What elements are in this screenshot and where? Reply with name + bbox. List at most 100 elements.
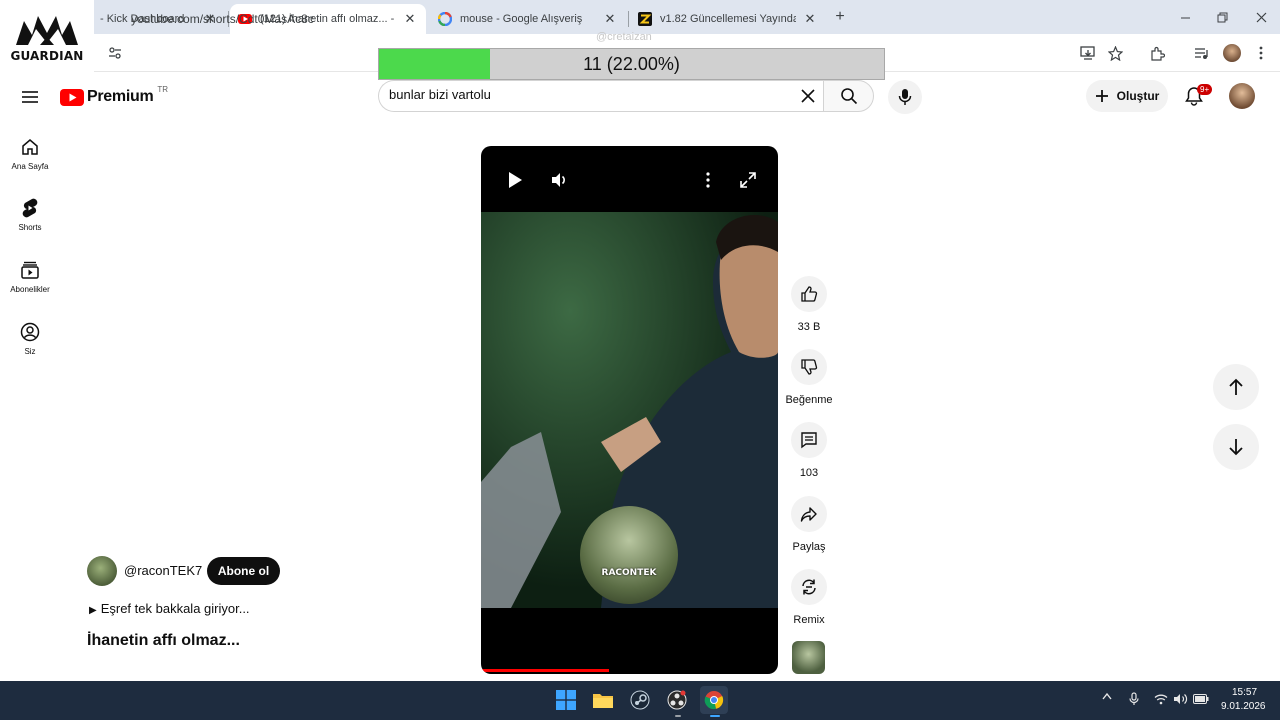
tab-divider [628, 11, 629, 27]
share-action[interactable]: Paylaş [784, 496, 834, 553]
notification-badge: 9+ [1197, 84, 1213, 95]
channel-handle[interactable]: @raconTEK7 [124, 563, 202, 578]
arrow-up-icon [1229, 378, 1243, 395]
active-indicator [710, 715, 720, 717]
video-progress-bar[interactable] [481, 669, 609, 672]
sidebar-item-label: Shorts [18, 223, 42, 232]
previous-short-button[interactable] [1213, 364, 1259, 410]
windows-start-icon [556, 690, 576, 710]
more-vertical-icon [706, 172, 710, 188]
tab-update-release[interactable]: v1.82 Güncellemesi Yayındal ✕ [630, 4, 826, 34]
restore-window-icon[interactable] [1207, 4, 1237, 30]
profile-avatar[interactable] [1223, 44, 1241, 62]
dislike-action[interactable]: Beğenme [784, 349, 834, 406]
comment-action[interactable]: 103 [784, 422, 834, 479]
tab-title: mouse - Google Alışveriş [460, 13, 583, 25]
comment-icon [801, 432, 817, 449]
comments-button[interactable] [791, 422, 827, 458]
description-text: Eşref tek bakkala giriyor... [100, 601, 250, 616]
youtube-premium-logo[interactable]: Premium TR [60, 84, 169, 106]
like-count: 33 B [797, 321, 821, 333]
clock-time[interactable]: 15:57 [1232, 687, 1257, 698]
account-avatar[interactable] [1229, 83, 1255, 109]
thumbs-up-icon [801, 286, 818, 302]
close-tab-icon[interactable]: ✕ [402, 11, 418, 27]
start-button[interactable] [552, 686, 580, 714]
shorts-video-player[interactable]: RACONTEK [481, 146, 778, 674]
extensions-icon[interactable] [1148, 44, 1166, 62]
sidebar-item-home[interactable]: Ana Sayfa [0, 137, 60, 171]
install-app-icon[interactable] [1079, 44, 1097, 62]
progress-overlay: 11 (22.00%) [378, 48, 885, 80]
remix-button[interactable] [791, 569, 827, 605]
search-button[interactable] [823, 80, 874, 112]
region-code: TR [157, 84, 169, 94]
like-action[interactable]: 33 B [784, 276, 834, 333]
streamer-watermark: @cretaizan [596, 31, 652, 43]
badge-text: RACONTEK [601, 568, 657, 578]
search-input[interactable]: bunlar bizi vartolu [389, 87, 491, 102]
wifi-icon[interactable] [1154, 693, 1168, 705]
subscribe-button[interactable]: Abone ol [207, 557, 280, 585]
taskbar-file-explorer[interactable] [589, 686, 617, 714]
taskbar-obs[interactable] [663, 686, 691, 714]
dislike-button[interactable] [791, 349, 827, 385]
voice-search-button[interactable] [888, 80, 922, 114]
next-short-button[interactable] [1213, 424, 1259, 470]
taskbar-steam[interactable] [626, 686, 654, 714]
hamburger-menu-icon[interactable] [21, 90, 39, 104]
browser-menu-icon[interactable] [1252, 44, 1270, 62]
sidebar-item-label: Siz [24, 347, 36, 356]
sidebar-item-shorts[interactable]: Shorts [0, 198, 60, 232]
close-window-icon[interactable] [1246, 4, 1276, 30]
create-button[interactable]: Oluştur [1086, 80, 1168, 112]
folder-icon [593, 694, 613, 708]
channel-avatar[interactable] [87, 556, 117, 586]
tray-mic-icon[interactable] [1129, 692, 1139, 706]
video-more-options[interactable] [700, 168, 716, 192]
speaker-icon[interactable] [1173, 693, 1188, 705]
fullscreen-button[interactable] [736, 168, 760, 192]
brand-label: Premium [87, 88, 154, 105]
crown-logo-icon [16, 16, 78, 45]
video-description[interactable]: ▶ Eşref tek bakkala giriyor... [89, 601, 250, 616]
home-icon [22, 139, 38, 155]
chrome-icon [704, 691, 724, 710]
progress-text: 11 (22.00%) [583, 53, 680, 74]
google-icon [438, 12, 452, 26]
site-settings-icon[interactable] [106, 44, 124, 62]
close-tab-icon[interactable]: ✕ [802, 11, 818, 27]
clear-search-icon[interactable] [800, 88, 816, 104]
url-field[interactable]: youtube.com/shorts/Cdt0MasAc8c [131, 12, 314, 26]
battery-icon[interactable] [1193, 694, 1209, 704]
tray-overflow-icon[interactable] [1102, 692, 1112, 700]
minimize-window-icon[interactable] [1170, 4, 1200, 30]
volume-button[interactable] [547, 168, 571, 192]
arrow-down-icon [1229, 439, 1243, 456]
create-label: Oluştur [1116, 89, 1160, 103]
play-button[interactable] [503, 168, 527, 192]
volume-icon [552, 173, 565, 187]
steam-icon [630, 690, 650, 710]
plus-icon [1095, 90, 1108, 102]
dislike-label: Beğenme [785, 394, 833, 406]
bookmark-star-icon[interactable] [1106, 44, 1124, 62]
clock-date[interactable]: 9.01.2026 [1221, 701, 1266, 712]
thumbs-down-icon [801, 359, 818, 375]
logo-text: GUARDIAN [10, 49, 84, 63]
sidebar-item-you[interactable]: Siz [0, 322, 60, 356]
close-tab-icon[interactable]: ✕ [602, 11, 618, 27]
tab-google-shopping[interactable]: mouse - Google Alışveriş ✕ [430, 4, 626, 34]
tab-title: v1.82 Güncellemesi Yayındal [660, 13, 796, 25]
new-tab-button[interactable]: + [832, 8, 848, 26]
like-button[interactable] [791, 276, 827, 312]
share-button[interactable] [791, 496, 827, 532]
remix-action[interactable]: Remix [784, 569, 834, 626]
taskbar-chrome[interactable] [700, 686, 728, 714]
remix-label: Remix [793, 614, 825, 626]
remix-icon [802, 579, 816, 595]
media-controls-icon[interactable] [1192, 44, 1210, 62]
running-indicator [675, 715, 681, 717]
sound-thumbnail[interactable] [792, 641, 825, 674]
sidebar-item-subscriptions[interactable]: Abonelikler [0, 260, 60, 294]
